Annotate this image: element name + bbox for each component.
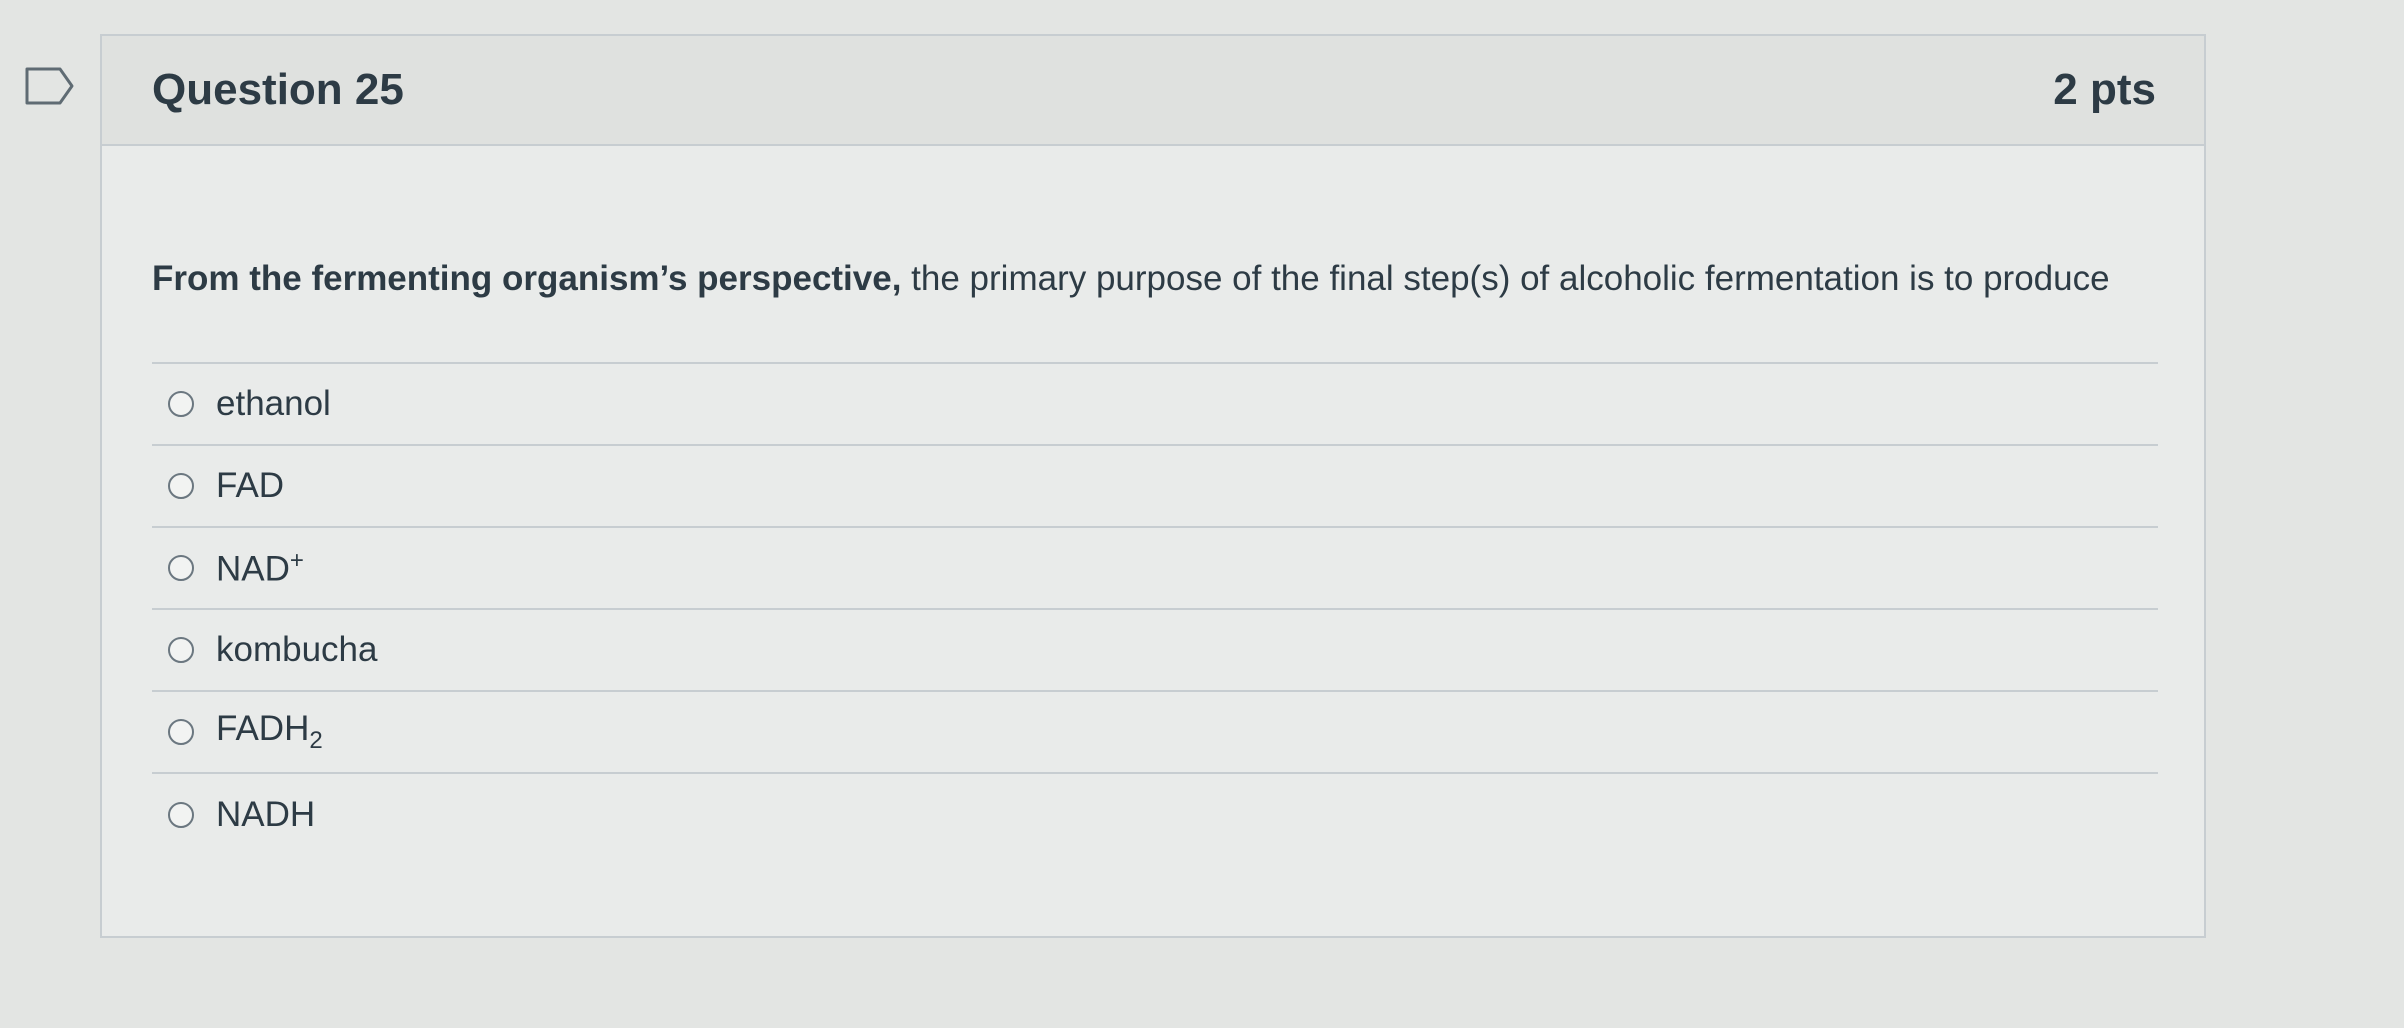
radio-unchecked-icon[interactable] bbox=[168, 391, 194, 417]
radio-unchecked-icon[interactable] bbox=[168, 637, 194, 663]
answer-label-text: ethanol bbox=[216, 384, 331, 423]
question-title: Question 25 bbox=[152, 65, 404, 114]
answer-option-nadh[interactable]: NADH bbox=[152, 774, 2158, 856]
answer-label-text: FAD bbox=[216, 466, 285, 505]
answer-option-fadh2[interactable]: FADH2 bbox=[152, 692, 2158, 774]
question-card: Question 25 2 pts From the fermenting or… bbox=[100, 34, 2206, 938]
answer-list: ethanol FAD NAD+ kombucha FADH2 NADH bbox=[152, 362, 2158, 856]
radio-unchecked-icon[interactable] bbox=[168, 719, 194, 745]
question-header: Question 25 2 pts bbox=[102, 36, 2204, 146]
answer-option-kombucha[interactable]: kombucha bbox=[152, 610, 2158, 692]
answer-label: ethanol bbox=[216, 384, 331, 424]
answer-option-fad[interactable]: FAD bbox=[152, 446, 2158, 528]
question-text-rest: the primary purpose of the final step(s)… bbox=[901, 259, 2110, 298]
quiz-page: Question 25 2 pts From the fermenting or… bbox=[0, 0, 2404, 1028]
answer-label-text: FADH bbox=[216, 709, 310, 748]
question-text-emphasis: From the fermenting organism’s perspecti… bbox=[152, 259, 902, 298]
answer-option-nad-plus[interactable]: NAD+ bbox=[152, 528, 2158, 610]
flag-question-icon[interactable] bbox=[24, 66, 76, 106]
radio-unchecked-icon[interactable] bbox=[168, 555, 194, 581]
answer-label-text: NADH bbox=[216, 795, 316, 834]
answer-label: NADH bbox=[216, 795, 315, 835]
answer-label: NAD+ bbox=[216, 547, 304, 590]
answer-label: FADH2 bbox=[216, 709, 323, 755]
answer-option-ethanol[interactable]: ethanol bbox=[152, 364, 2158, 446]
question-points: 2 pts bbox=[2053, 65, 2156, 114]
radio-unchecked-icon[interactable] bbox=[168, 802, 194, 828]
answer-label-text: NAD bbox=[216, 549, 290, 589]
answer-label-superscript: + bbox=[289, 546, 304, 574]
radio-unchecked-icon[interactable] bbox=[168, 473, 194, 499]
answer-label-subscript: 2 bbox=[309, 727, 323, 754]
answer-label: FAD bbox=[216, 466, 284, 506]
answer-label: kombucha bbox=[216, 630, 377, 670]
question-body: From the fermenting organism’s perspecti… bbox=[102, 146, 2204, 856]
question-text: From the fermenting organism’s perspecti… bbox=[152, 250, 2152, 308]
answer-label-text: kombucha bbox=[216, 630, 378, 669]
